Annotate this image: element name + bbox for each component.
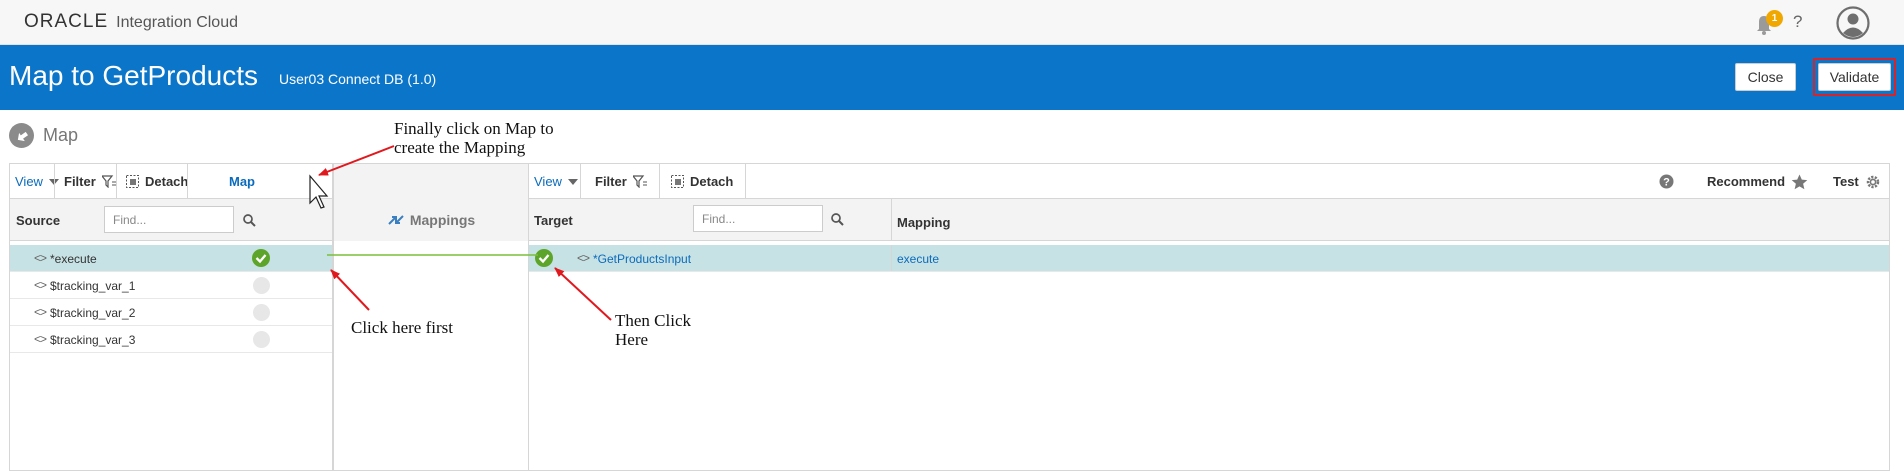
annotation-overlay [309, 145, 612, 321]
map-annotation-line1: Finally click on Map to [394, 119, 554, 138]
map-annotation: Finally click on Map to create the Mappi… [394, 119, 554, 157]
arrow-to-map-button [318, 145, 395, 176]
arrow-to-source-check [330, 269, 370, 311]
mouse-cursor-icon [309, 174, 329, 209]
map-annotation-line2: create the Mapping [394, 138, 526, 157]
target-annotation-line2: Here [615, 330, 649, 349]
target-annotation: Then Click Here [615, 311, 691, 349]
target-annotation-line1: Then Click [615, 311, 692, 330]
arrow-to-target-check [554, 267, 612, 321]
source-annotation: Click here first [351, 318, 453, 337]
